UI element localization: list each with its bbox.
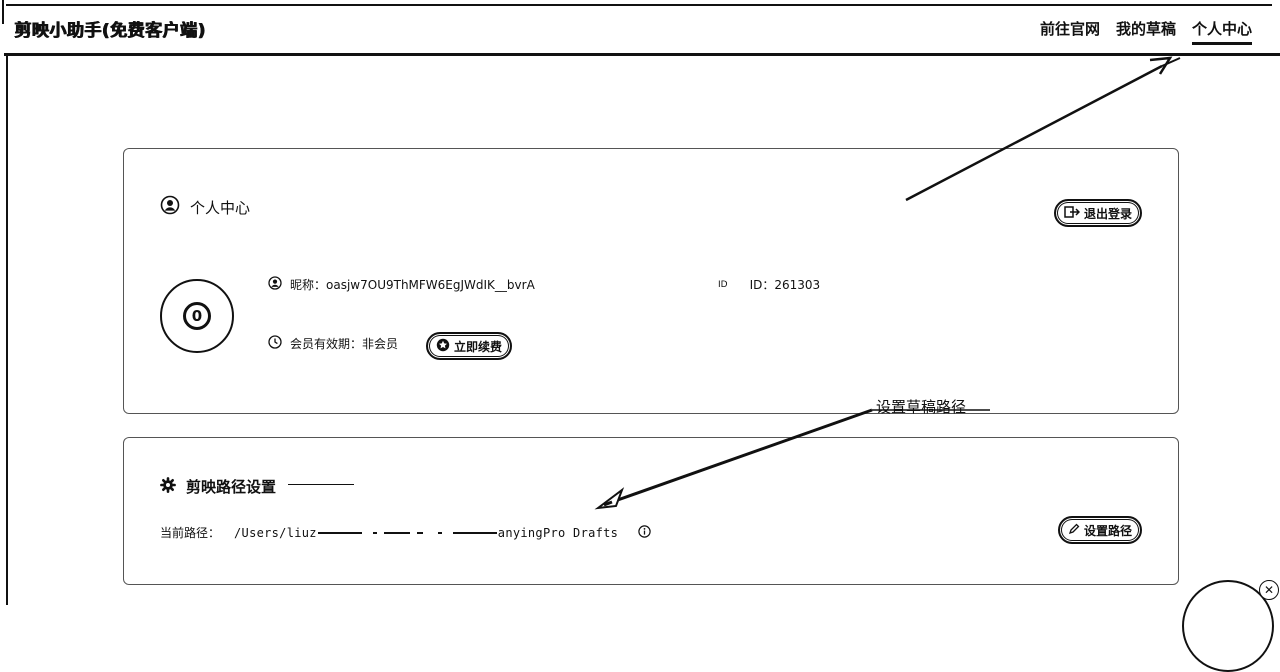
avatar-placeholder-icon: 0 — [183, 302, 211, 330]
clock-icon — [268, 335, 282, 352]
membership-field: 会员有效期：非会员 — [268, 335, 398, 352]
top-nav: 前往官网 我的草稿 个人中心 — [1040, 18, 1252, 45]
membership-label: 会员有效期： — [290, 337, 363, 351]
nickname-value: oasjw7OU9ThMFW6EgJWdIK__bvrA — [326, 278, 535, 292]
user-circle-icon — [160, 195, 180, 219]
window-top-border — [6, 4, 1272, 6]
window-left-border — [6, 56, 8, 605]
user-id-field: ID ID：261303 — [718, 276, 820, 293]
profile-card-title: 个人中心 — [160, 195, 250, 219]
renew-label: 立即续费 — [454, 339, 503, 354]
id-label: ID： — [749, 278, 775, 292]
nav-official-site[interactable]: 前往官网 — [1040, 18, 1100, 45]
current-path-label: 当前路径： — [160, 526, 221, 540]
profile-card: 个人中心 退出登录 0 昵称：oasjw7OU9ThMFW6EgJWdIK__b… — [123, 148, 1179, 414]
current-path-row: 当前路径： /Users/liuz anyingPro Drafts — [160, 524, 651, 541]
avatar: 0 — [160, 279, 234, 353]
app-title: 剪映小助手(免费客户端) — [14, 21, 206, 41]
close-icon[interactable]: ✕ — [1259, 580, 1279, 600]
id-icon: ID — [718, 279, 728, 290]
header-divider — [4, 53, 1280, 56]
path-settings-title: 剪映路径设置 — [160, 476, 276, 497]
membership-value: 非会员 — [362, 337, 399, 351]
set-path-label: 设置路径 — [1083, 523, 1132, 538]
renew-button[interactable]: 立即续费 — [426, 332, 513, 360]
logout-icon — [1064, 205, 1081, 221]
nickname-label: 昵称： — [290, 278, 327, 292]
window-corner-mark — [2, 0, 10, 24]
edit-icon — [1068, 523, 1080, 538]
path-settings-card: 剪映路径设置 当前路径： /Users/liuz anyingPro Drafts… — [123, 437, 1179, 585]
logout-label: 退出登录 — [1083, 206, 1132, 221]
logout-button[interactable]: 退出登录 — [1053, 199, 1142, 227]
star-badge-icon — [436, 338, 450, 355]
id-value: 261303 — [774, 278, 821, 292]
set-path-button[interactable]: 设置路径 — [1057, 516, 1142, 544]
path-start: /Users/liuz — [234, 525, 317, 540]
user-small-icon — [268, 276, 282, 293]
path-redacted — [317, 526, 498, 540]
nav-personal-center[interactable]: 个人中心 — [1191, 18, 1252, 45]
path-settings-title-text: 剪映路径设置 — [186, 478, 277, 496]
gear-icon — [160, 476, 176, 497]
profile-title-text: 个人中心 — [190, 198, 251, 217]
info-icon[interactable] — [638, 524, 651, 541]
nav-my-drafts[interactable]: 我的草稿 — [1116, 18, 1176, 45]
nickname-field: 昵称：oasjw7OU9ThMFW6EgJWdIK__bvrA — [268, 276, 535, 293]
current-path-value: /Users/liuz anyingPro Drafts — [234, 526, 618, 540]
path-end: anyingPro Drafts — [497, 525, 619, 540]
set-path-callout: 设置草稿路径 — [876, 398, 967, 416]
title-underline — [288, 484, 354, 485]
